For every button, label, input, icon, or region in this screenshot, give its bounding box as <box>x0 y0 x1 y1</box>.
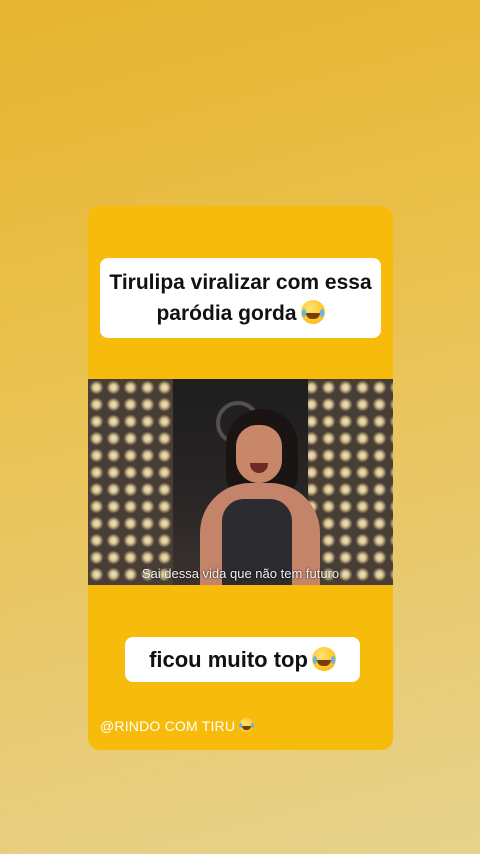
stage-lights-left <box>88 379 178 585</box>
video-player[interactable]: Sai dessa vida que não tem futuro <box>88 379 393 585</box>
laughing-emoji-icon <box>239 718 255 733</box>
laughing-emoji-icon <box>300 300 325 324</box>
account-handle[interactable]: @RINDO COM TIRU <box>100 718 255 734</box>
caption-top-text: Tirulipa viralizar com essa paródia gord… <box>109 271 372 325</box>
video-subtitle: Sai dessa vida que não tem futuro <box>141 566 340 581</box>
caption-bottom-box: ficou muito top <box>125 637 360 682</box>
caption-bottom-text: ficou muito top <box>149 646 308 672</box>
caption-top-box: Tirulipa viralizar com essa paródia gord… <box>100 258 381 338</box>
singer-face <box>236 425 282 483</box>
laughing-emoji-icon <box>311 646 336 671</box>
story-card[interactable]: Tirulipa viralizar com essa paródia gord… <box>88 206 393 750</box>
account-handle-text: @RINDO COM TIRU <box>100 718 236 734</box>
